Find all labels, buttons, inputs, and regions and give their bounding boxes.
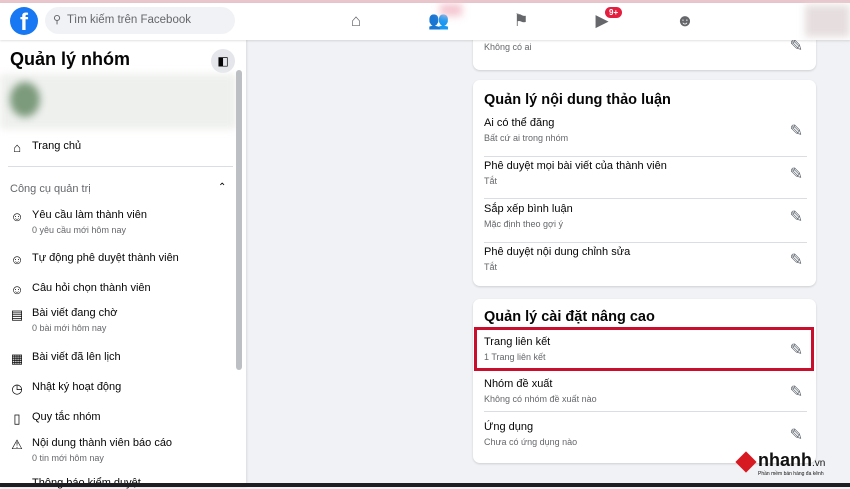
- flag-icon[interactable]: ⚑: [509, 9, 533, 33]
- edit-pencil-icon[interactable]: ✎: [790, 164, 803, 184]
- brand: nhanh: [758, 450, 812, 470]
- pending-post-icon: ▤: [10, 307, 24, 322]
- sub: Bất cứ ai trong nhóm: [484, 133, 569, 143]
- section-admin-tools: Công cụ quản trị: [10, 183, 91, 195]
- sidebar-scrollbar[interactable]: [236, 70, 242, 370]
- label: Bài viết đang chờ: [32, 307, 118, 319]
- label: Quy tắc nhóm: [32, 411, 101, 423]
- sidebar-title: Quản lý nhóm: [10, 49, 131, 69]
- card-title: Quản lý nội dung thảo luận: [484, 92, 671, 108]
- groups-icon[interactable]: ☻: [673, 9, 697, 33]
- settings-row[interactable]: Sắp xếp bình luận Mặc định theo gợi ý ✎: [484, 203, 807, 243]
- top-navbar: f ⚲ Tìm kiếm trên Facebook ⌂ 👥 ⚑ ▶ 9+ ☻: [0, 3, 850, 40]
- label: Sắp xếp bình luận: [484, 203, 573, 215]
- chevron-up-icon[interactable]: ⌃: [218, 182, 226, 193]
- label: Tự động phê duyệt thành viên: [32, 252, 179, 264]
- home-icon[interactable]: ⌂: [344, 9, 368, 33]
- settings-row[interactable]: Ai có thể đăng Bất cứ ai trong nhóm ✎: [484, 117, 807, 157]
- advanced-card: Quản lý cài đặt nâng cao Trang liên kết 1…: [473, 299, 816, 463]
- edit-pencil-icon[interactable]: ✎: [790, 382, 803, 402]
- edit-pencil-icon[interactable]: ✎: [790, 207, 803, 227]
- person-question-icon: ☺: [10, 282, 24, 297]
- divider: [8, 166, 233, 167]
- person-check-icon: ☺: [10, 252, 24, 267]
- calendar-icon: ▦: [10, 351, 24, 366]
- search-placeholder: Tìm kiếm trên Facebook: [67, 14, 191, 26]
- settings-row[interactable]: Không có ai ✎: [484, 38, 807, 82]
- sub: Không có nhóm đề xuất nào: [484, 394, 597, 404]
- edit-pencil-icon[interactable]: ✎: [790, 425, 803, 445]
- report-icon: ⚠: [11, 437, 23, 452]
- card-title: Quản lý cài đặt nâng cao: [484, 309, 655, 325]
- label: Ai có thể đăng: [484, 117, 555, 129]
- discussion-card: Quản lý nội dung thảo luận Ai có thể đăn…: [473, 80, 816, 286]
- facebook-logo[interactable]: f: [10, 7, 38, 35]
- label: Nhóm đề xuất: [484, 378, 553, 390]
- sub: Tắt: [484, 176, 498, 186]
- search-input[interactable]: ⚲ Tìm kiếm trên Facebook: [45, 7, 235, 34]
- group-avatar: [10, 82, 40, 117]
- label: Nội dung thành viên báo cáo: [32, 437, 173, 449]
- sub: 0 tin mới hôm nay: [32, 453, 104, 463]
- label: Câu hỏi chọn thành viên: [32, 282, 151, 294]
- sub: 0 yêu cầu mới hôm nay: [32, 225, 126, 235]
- sub: Không có ai: [484, 42, 532, 52]
- label: Phê duyệt mọi bài viết của thành viên: [484, 160, 667, 172]
- label: Phê duyệt nội dung chỉnh sửa: [484, 246, 631, 258]
- taskbar-edge: [0, 483, 850, 487]
- sidebar: Quản lý nhóm ◧ ⌂ Trang chủ Công cụ quản t…: [0, 40, 246, 489]
- label: Yêu cầu làm thành viên: [32, 209, 147, 221]
- label: Ứng dụng: [484, 421, 534, 433]
- edit-pencil-icon[interactable]: ✎: [790, 250, 803, 270]
- clock-icon: ◷: [11, 381, 23, 396]
- add-person-icon: ☺: [10, 209, 24, 224]
- blurred-region: [440, 4, 462, 16]
- collapse-sidebar-icon[interactable]: ◧: [211, 49, 235, 73]
- search-icon: ⚲: [53, 14, 62, 26]
- settings-row[interactable]: Phê duyệt mọi bài viết của thành viên Tắt…: [484, 160, 807, 199]
- highlight-box: [474, 327, 814, 371]
- settings-row[interactable]: Phê duyệt nội dung chỉnh sửa Tắt ✎: [484, 246, 807, 286]
- book-icon: ▯: [13, 411, 21, 426]
- sub: Chưa có ứng dụng nào: [484, 437, 578, 447]
- sub: Tắt: [484, 262, 498, 272]
- label: Bài viết đã lên lịch: [32, 351, 121, 363]
- profile-avatar[interactable]: [805, 5, 850, 37]
- nhanh-logo-icon: [735, 451, 757, 473]
- notification-badge: 9+: [605, 7, 623, 18]
- tagline: Phần mềm bán hàng đa kênh: [758, 471, 824, 477]
- sub: 0 bài mới hôm nay: [32, 323, 107, 333]
- settings-row[interactable]: Nhóm đề xuất Không có nhóm đề xuất nào ✎: [484, 378, 807, 412]
- edit-pencil-icon[interactable]: ✎: [790, 121, 803, 141]
- label: Nhật ký hoạt động: [32, 381, 122, 393]
- tld: .vn: [812, 458, 826, 469]
- watermark-logo: nhanh.vn Phần mềm bán hàng đa kênh: [735, 450, 846, 480]
- home-icon: ⌂: [13, 140, 21, 155]
- label: Trang chủ: [32, 140, 82, 152]
- sub: Mặc định theo gợi ý: [484, 219, 563, 229]
